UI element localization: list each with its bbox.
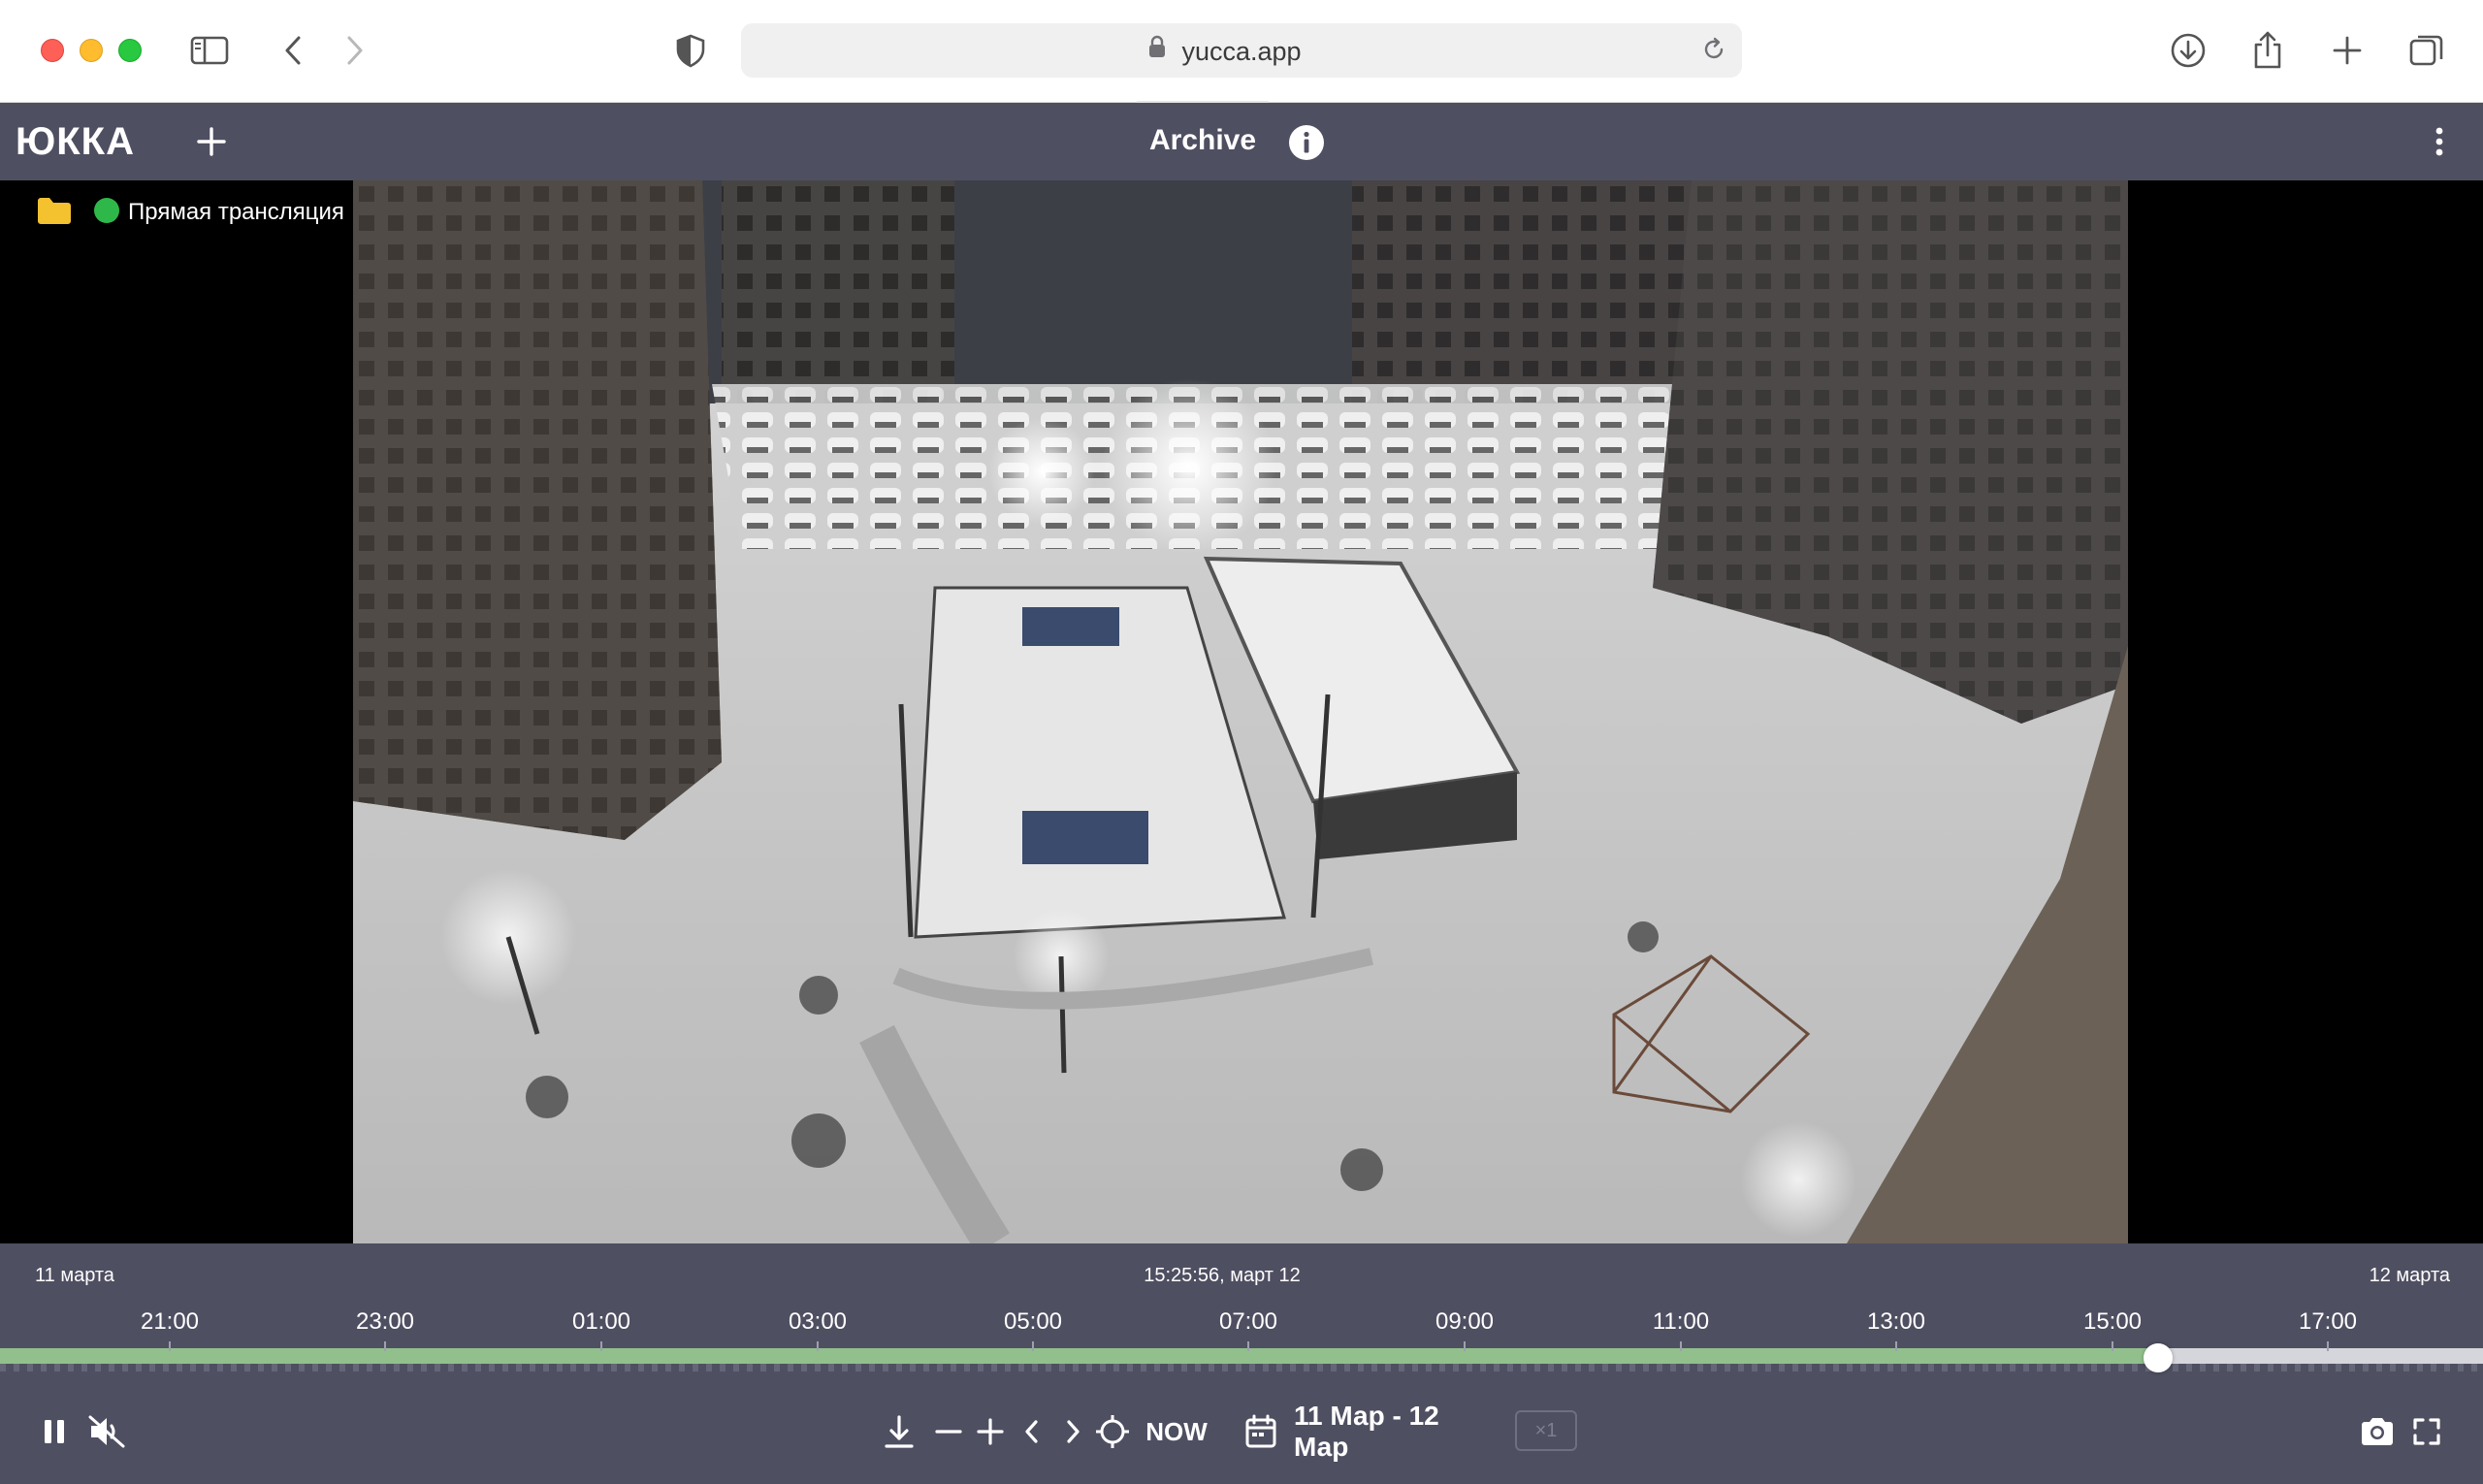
- hour-tick: [1247, 1341, 1249, 1351]
- camera-video-frame[interactable]: [353, 180, 2128, 1243]
- now-label: NOW: [1145, 1416, 1208, 1446]
- player-controls: NOW 11 Мар - 12 Мар ×1: [0, 1381, 2483, 1484]
- hour-tick: [169, 1341, 171, 1351]
- camera-scene-image: [353, 180, 2128, 1243]
- live-status-icon: [93, 197, 120, 229]
- current-timestamp: 15:25:56, март 12: [1144, 1265, 1301, 1286]
- shield-icon[interactable]: [669, 29, 712, 72]
- more-vertical-icon[interactable]: [2425, 122, 2454, 161]
- logo[interactable]: ЮККА: [16, 120, 135, 163]
- hour-tick: [2327, 1341, 2329, 1351]
- hour-label: 07:00: [1218, 1308, 1278, 1335]
- pause-icon[interactable]: [35, 1406, 74, 1457]
- hour-tick: [384, 1341, 386, 1351]
- archive-timeline[interactable]: 11 марта 15:25:56, март 12 12 марта 21:0…: [0, 1243, 2483, 1381]
- back-icon[interactable]: [272, 29, 314, 72]
- target-icon[interactable]: [1094, 1406, 1131, 1457]
- hour-tick: [1680, 1341, 1682, 1351]
- zoom-window-button[interactable]: [118, 39, 142, 62]
- live-stream-tag[interactable]: Прямая трансляция: [37, 196, 344, 229]
- next-icon[interactable]: [1061, 1406, 1084, 1457]
- stream-label: Прямая трансляция: [128, 199, 344, 225]
- browser-toolbar: yucca.app: [0, 0, 2483, 105]
- minute-ticks: [0, 1364, 2483, 1371]
- hour-label: 21:00: [140, 1308, 200, 1335]
- hour-tick: [1032, 1341, 1034, 1351]
- hour-tick: [817, 1341, 819, 1351]
- page-title: Archive: [1148, 124, 1257, 156]
- camera-icon[interactable]: [2357, 1406, 2398, 1457]
- new-tab-icon[interactable]: [2326, 29, 2369, 72]
- timeline-end-date: 12 марта: [2369, 1265, 2450, 1286]
- hour-label: 01:00: [571, 1308, 631, 1335]
- hour-label: 23:00: [355, 1308, 415, 1335]
- zoom-in-icon[interactable]: [975, 1406, 1006, 1457]
- hour-label: 09:00: [1435, 1308, 1495, 1335]
- hour-tick: [1895, 1341, 1897, 1351]
- hour-tick: [2112, 1341, 2113, 1351]
- share-icon[interactable]: [2246, 29, 2289, 72]
- folder-icon[interactable]: [37, 196, 72, 230]
- address-bar[interactable]: yucca.app: [741, 23, 1742, 78]
- reload-icon[interactable]: [1701, 37, 1726, 67]
- plus-icon[interactable]: [190, 120, 233, 163]
- hour-label: 05:00: [1003, 1308, 1063, 1335]
- logo-text: ЮККА: [16, 119, 135, 163]
- minimize-window-button[interactable]: [80, 39, 103, 62]
- prev-icon[interactable]: [1020, 1406, 1044, 1457]
- hour-label: 11:00: [1652, 1308, 1710, 1335]
- forward-icon[interactable]: [334, 29, 376, 72]
- hour-tick: [1464, 1341, 1466, 1351]
- hour-label: 15:00: [2082, 1308, 2143, 1335]
- timeline-start-date: 11 марта: [35, 1265, 114, 1286]
- playhead-handle[interactable]: [2143, 1343, 2173, 1372]
- zoom-out-icon[interactable]: [933, 1406, 964, 1457]
- date-range-button[interactable]: 11 Мар - 12 Мар: [1294, 1401, 1498, 1462]
- download-icon[interactable]: [2167, 29, 2209, 72]
- info-icon[interactable]: [1287, 123, 1326, 162]
- fullscreen-icon[interactable]: [2409, 1406, 2444, 1457]
- speed-badge[interactable]: ×1: [1515, 1410, 1577, 1451]
- date-range-label: 11 Мар - 12 Мар: [1294, 1401, 1439, 1462]
- hour-label: 13:00: [1866, 1308, 1926, 1335]
- now-button[interactable]: NOW: [1145, 1406, 1209, 1457]
- hour-label: 17:00: [2298, 1308, 2358, 1335]
- lock-icon: [1148, 35, 1166, 63]
- app-header: ЮККА Archive: [0, 103, 2483, 180]
- tabs-overview-icon[interactable]: [2405, 29, 2448, 72]
- video-player[interactable]: Прямая трансляция: [0, 180, 2483, 1243]
- sidebar-icon[interactable]: [188, 29, 231, 72]
- close-window-button[interactable]: [41, 39, 64, 62]
- hour-tick: [600, 1341, 602, 1351]
- url-text: yucca.app: [1181, 37, 1302, 66]
- download-icon[interactable]: [881, 1406, 918, 1457]
- calendar-icon[interactable]: [1242, 1406, 1280, 1457]
- hour-label: 03:00: [788, 1308, 848, 1335]
- mute-icon[interactable]: [83, 1406, 130, 1457]
- recorded-range: [0, 1348, 2158, 1364]
